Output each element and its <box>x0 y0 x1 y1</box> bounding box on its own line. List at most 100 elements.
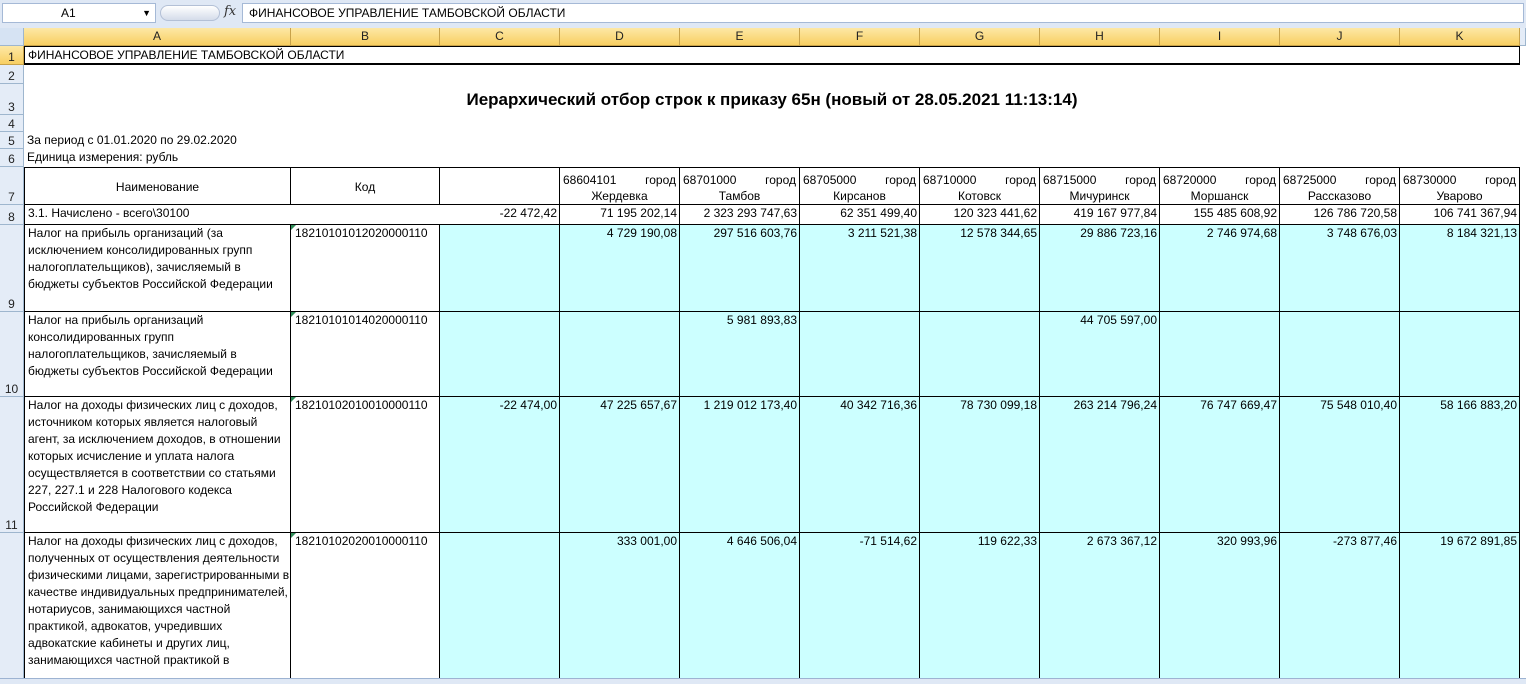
row-header-6[interactable]: 6 <box>0 149 24 167</box>
header-city-1[interactable]: 68701000 город Тамбов <box>680 167 800 205</box>
row-value[interactable]: -71 514,62 <box>800 533 920 678</box>
row-value[interactable]: 5 981 893,83 <box>680 312 800 397</box>
row-value[interactable]: 297 516 603,76 <box>680 225 800 312</box>
row-name[interactable]: Налог на прибыль организаций (за исключе… <box>24 225 291 312</box>
total-code-empty[interactable] <box>291 205 440 225</box>
row-c[interactable] <box>440 533 560 678</box>
row-header-8[interactable]: 8 <box>0 205 24 225</box>
row-header-3[interactable]: 3 <box>0 84 24 115</box>
row-header-partial[interactable] <box>0 533 24 678</box>
row-code[interactable]: 18210102020010000110 <box>291 533 440 678</box>
row-value[interactable]: 76 747 669,47 <box>1160 397 1280 533</box>
row-value[interactable] <box>1280 312 1400 397</box>
total-value[interactable]: 126 786 720,58 <box>1280 205 1400 225</box>
column-header-l[interactable] <box>1520 28 1526 46</box>
column-header-d[interactable]: D <box>560 28 680 46</box>
insert-function-icon[interactable]: fx <box>224 4 236 19</box>
header-name[interactable]: Наименование <box>24 167 291 205</box>
column-header-c[interactable]: C <box>440 28 560 46</box>
row-value[interactable]: 263 214 796,24 <box>1040 397 1160 533</box>
row-value[interactable]: 29 886 723,16 <box>1040 225 1160 312</box>
formula-bar-handle[interactable] <box>160 5 220 21</box>
row-value[interactable]: -273 877,46 <box>1280 533 1400 678</box>
row-value[interactable]: 2 746 974,68 <box>1160 225 1280 312</box>
spreadsheet-grid[interactable]: ABCDEFGHIJK 1 2 3 4 5 6 7 8 9 10 11 ФИНАНСОВОЕ УПР… <box>0 28 1526 678</box>
row-value[interactable]: 119 622,33 <box>920 533 1040 678</box>
row-value[interactable]: 2 673 367,12 <box>1040 533 1160 678</box>
row-value[interactable]: 47 225 657,67 <box>560 397 680 533</box>
column-header-a[interactable]: A <box>24 28 291 46</box>
row-value[interactable]: 40 342 716,36 <box>800 397 920 533</box>
header-city-4[interactable]: 68715000 город Мичуринск <box>1040 167 1160 205</box>
total-value[interactable]: 2 323 293 747,63 <box>680 205 800 225</box>
column-header-e[interactable]: E <box>680 28 800 46</box>
row-value[interactable]: 44 705 597,00 <box>1040 312 1160 397</box>
row-header-2[interactable]: 2 <box>0 65 24 84</box>
row-value[interactable] <box>920 312 1040 397</box>
row-name[interactable]: Налог на прибыль организаций консолидиро… <box>24 312 291 397</box>
total-value[interactable]: 155 485 608,92 <box>1160 205 1280 225</box>
row-header-10[interactable]: 10 <box>0 312 24 397</box>
row-value[interactable]: 4 646 506,04 <box>680 533 800 678</box>
report-title[interactable]: Иерархический отбор строк к приказу 65н … <box>24 84 1520 115</box>
row-value[interactable]: 58 166 883,20 <box>1400 397 1520 533</box>
column-header-g[interactable]: G <box>920 28 1040 46</box>
total-value[interactable]: 419 167 977,84 <box>1040 205 1160 225</box>
cell-a1-org-name[interactable]: ФИНАНСОВОЕ УПРАВЛЕНИЕ ТАМБОВСКОЙ ОБЛАСТИ <box>24 46 1520 65</box>
row-code[interactable]: 18210102010010000110 <box>291 397 440 533</box>
row-value[interactable]: 8 184 321,13 <box>1400 225 1520 312</box>
chevron-down-icon[interactable]: ▼ <box>142 4 151 22</box>
column-header-h[interactable]: H <box>1040 28 1160 46</box>
unit-text[interactable]: Единица измерения: рубль <box>24 149 624 167</box>
row-value[interactable]: 78 730 099,18 <box>920 397 1040 533</box>
total-label[interactable]: 3.1. Начислено - всего\30100 <box>24 205 291 225</box>
total-value[interactable]: 71 195 202,14 <box>560 205 680 225</box>
row-value[interactable]: 1 219 012 173,40 <box>680 397 800 533</box>
total-value[interactable]: 62 351 499,40 <box>800 205 920 225</box>
row-header-7[interactable]: 7 <box>0 167 24 205</box>
total-c[interactable]: -22 472,42 <box>440 205 560 225</box>
column-header-j[interactable]: J <box>1280 28 1400 46</box>
row-value[interactable]: 4 729 190,08 <box>560 225 680 312</box>
name-box[interactable]: A1 ▼ <box>2 3 156 23</box>
row-name[interactable]: Налог на доходы физических лиц с доходов… <box>24 397 291 533</box>
total-value[interactable]: 120 323 441,62 <box>920 205 1040 225</box>
header-city-7[interactable]: 68730000 город Уварово <box>1400 167 1520 205</box>
row-header-4[interactable]: 4 <box>0 115 24 132</box>
header-c-empty[interactable] <box>440 167 560 205</box>
row-code[interactable]: 18210101014020000110 <box>291 312 440 397</box>
row-value[interactable]: 333 001,00 <box>560 533 680 678</box>
period-text[interactable]: За период с 01.01.2020 по 29.02.2020 <box>24 132 624 149</box>
column-header-i[interactable]: I <box>1160 28 1280 46</box>
row-value[interactable]: 3 748 676,03 <box>1280 225 1400 312</box>
row-value[interactable]: 3 211 521,38 <box>800 225 920 312</box>
column-header-b[interactable]: B <box>291 28 440 46</box>
header-city-5[interactable]: 68720000 город Моршанск <box>1160 167 1280 205</box>
row-c[interactable] <box>440 225 560 312</box>
row-header-11[interactable]: 11 <box>0 397 24 533</box>
row-c[interactable] <box>440 312 560 397</box>
row-value[interactable] <box>560 312 680 397</box>
header-code[interactable]: Код <box>291 167 440 205</box>
row-value[interactable]: 12 578 344,65 <box>920 225 1040 312</box>
row-name[interactable]: Налог на доходы физических лиц с доходов… <box>24 533 291 678</box>
header-city-2[interactable]: 68705000 город Кирсанов <box>800 167 920 205</box>
row-value[interactable]: 75 548 010,40 <box>1280 397 1400 533</box>
horizontal-scrollbar[interactable] <box>0 678 1526 684</box>
row-value[interactable]: 19 672 891,85 <box>1400 533 1520 678</box>
row-header-1[interactable]: 1 <box>0 46 24 65</box>
row-value[interactable]: 320 993,96 <box>1160 533 1280 678</box>
row-value[interactable] <box>1400 312 1520 397</box>
row-value[interactable] <box>1160 312 1280 397</box>
header-city-3[interactable]: 68710000 город Котовск <box>920 167 1040 205</box>
row-c[interactable]: -22 474,00 <box>440 397 560 533</box>
column-header-k[interactable]: K <box>1400 28 1520 46</box>
row-header-9[interactable]: 9 <box>0 225 24 312</box>
column-header-f[interactable]: F <box>800 28 920 46</box>
row-code[interactable]: 18210101012020000110 <box>291 225 440 312</box>
select-all-corner[interactable] <box>0 28 24 46</box>
formula-input[interactable]: ФИНАНСОВОЕ УПРАВЛЕНИЕ ТАМБОВСКОЙ ОБЛАСТИ <box>242 3 1524 23</box>
header-city-0[interactable]: 68604101 город Жердевка <box>560 167 680 205</box>
header-city-6[interactable]: 68725000 город Рассказово <box>1280 167 1400 205</box>
row-value[interactable] <box>800 312 920 397</box>
